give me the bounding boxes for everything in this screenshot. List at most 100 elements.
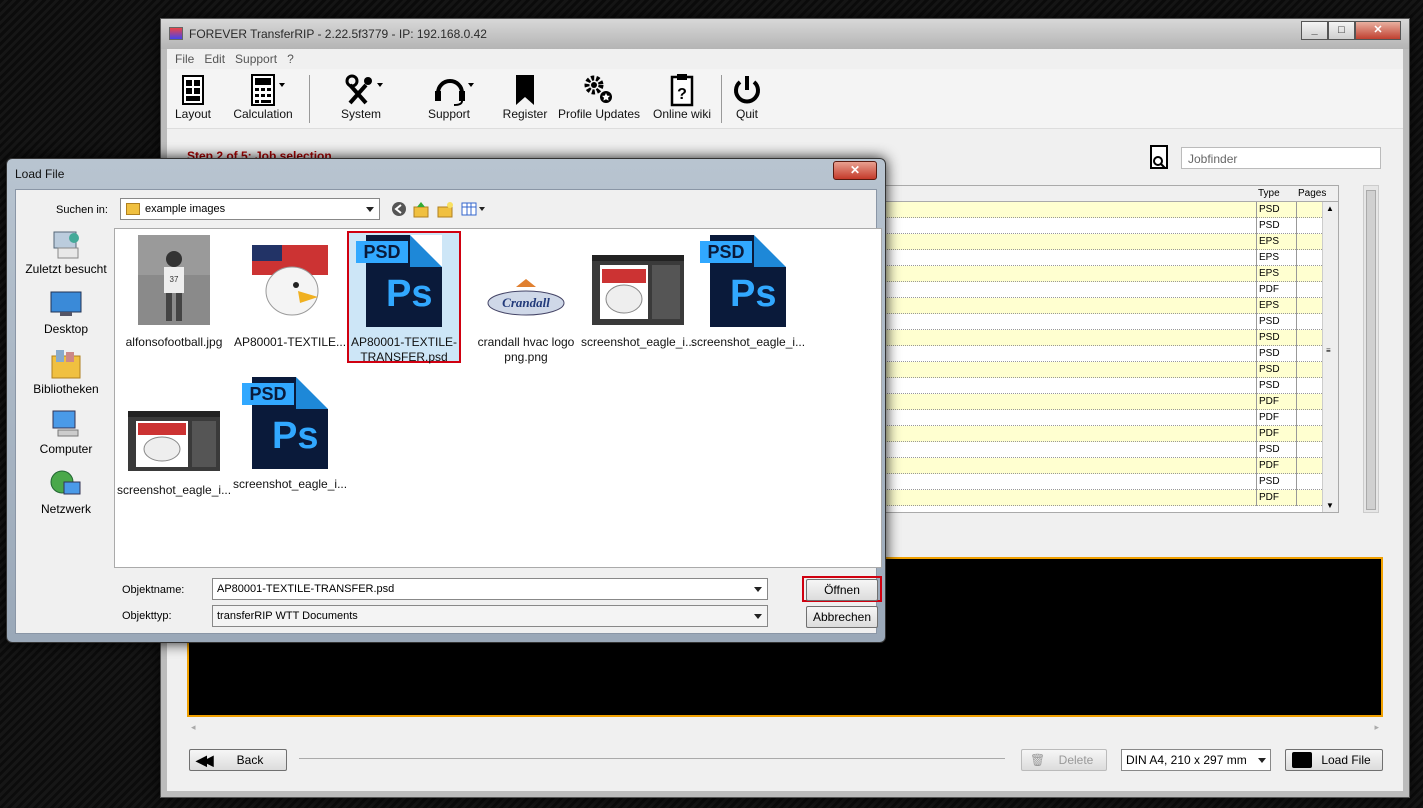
dialog-title: Load File — [15, 167, 65, 181]
close-button[interactable]: ✕ — [1355, 21, 1401, 40]
window-controls: _ □ ✕ — [1301, 21, 1401, 40]
file-item[interactable]: PSD Ps screenshot_eagle_i... — [691, 235, 805, 350]
horizontal-scrollbar[interactable]: ◂ ▸ — [187, 719, 1383, 735]
job-table-scrollbar[interactable]: ▲ ≡ ▼ — [1322, 202, 1338, 512]
place-computer-label: Computer — [39, 442, 93, 456]
filename-label: Objektname: — [122, 584, 185, 596]
back-arrow-icon: ◀◀ — [196, 752, 213, 768]
dialog-client: Suchen in: example images Zuletzt besuch… — [15, 189, 882, 634]
outer-scrollbar[interactable] — [1363, 185, 1379, 513]
place-recent[interactable]: Zuletzt besucht — [20, 228, 112, 276]
minimize-button[interactable]: _ — [1301, 21, 1328, 40]
toolbar-system-label: System — [340, 107, 381, 121]
delete-button[interactable]: 🗑 Delete — [1021, 749, 1107, 771]
filename-value: AP80001-TEXTILE-TRANSFER.psd — [217, 583, 395, 595]
scroll-right-icon[interactable]: ▸ — [1374, 722, 1379, 733]
menu-support[interactable]: Support — [235, 49, 283, 69]
chevron-down-icon — [754, 587, 762, 592]
place-recent-label: Zuletzt besucht — [25, 262, 107, 276]
file-item-selected[interactable]: PSD Ps AP80001-TEXTILE-TRANSFER.psd — [347, 231, 461, 364]
place-network[interactable]: Netzwerk — [20, 468, 112, 516]
logo-thumbnail: Crandall — [476, 235, 576, 331]
jobfinder-icon[interactable] — [1149, 145, 1171, 171]
power-icon — [730, 73, 764, 107]
toolbar-layout-button[interactable]: Layout — [173, 73, 213, 121]
desktop-icon — [50, 288, 82, 320]
load-file-dialog: Load File ✕ Suchen in: example images Zu… — [6, 158, 886, 643]
jobfinder-input[interactable]: Jobfinder — [1181, 147, 1381, 169]
menu-edit[interactable]: Edit — [204, 49, 231, 69]
toolbar-support-button[interactable]: Support — [423, 73, 475, 121]
load-file-button[interactable]: Load File — [1285, 749, 1383, 771]
scroll-left-icon[interactable]: ◂ — [191, 722, 196, 733]
file-item[interactable]: screenshot_eagle_i... — [581, 235, 695, 350]
place-libraries[interactable]: Bibliotheken — [20, 348, 112, 396]
toolbar-online-wiki-button[interactable]: ? Online wiki — [649, 73, 715, 121]
calculator-icon — [246, 73, 285, 107]
column-header-type[interactable]: Type — [1258, 188, 1280, 199]
trash-icon: 🗑 — [1030, 753, 1046, 767]
tools-icon — [344, 73, 383, 107]
toolbar-support-label: Support — [427, 107, 471, 121]
main-title-bar[interactable]: FOREVER TransferRIP - 2.22.5f3779 - IP: … — [161, 19, 1409, 49]
file-name: crandall hvac logo png.png — [477, 335, 575, 364]
file-item[interactable]: AP80001-TEXTILE... — [233, 235, 347, 350]
cancel-button[interactable]: Abbrechen — [806, 606, 878, 628]
load-file-label: Load File — [1321, 753, 1371, 767]
job-type-cell: EPS — [1256, 250, 1296, 266]
job-type-cell: PSD — [1256, 362, 1296, 378]
view-menu-icon[interactable] — [460, 200, 488, 218]
job-type-cell: PSD — [1256, 314, 1296, 330]
back-icon[interactable] — [390, 200, 408, 218]
menu-file[interactable]: File — [175, 49, 200, 69]
toolbar-register-button[interactable]: Register — [501, 73, 549, 121]
file-item[interactable]: Crandall crandall hvac logo png.png — [469, 235, 583, 365]
place-desktop[interactable]: Desktop — [20, 288, 112, 336]
app-icon — [169, 27, 183, 40]
column-header-pages[interactable]: Pages — [1298, 188, 1326, 199]
toolbar-quit-label: Quit — [735, 107, 758, 121]
scrollbar-thumb[interactable] — [1366, 190, 1376, 510]
scroll-up-icon[interactable]: ▲ — [1326, 204, 1334, 213]
file-name: AP80001-TEXTILE... — [233, 335, 347, 349]
filename-input[interactable]: AP80001-TEXTILE-TRANSFER.psd — [212, 578, 768, 600]
toolbar-quit-button[interactable]: Quit — [727, 73, 767, 121]
scroll-grip-icon: ≡ — [1326, 346, 1331, 355]
delete-label: Delete — [1058, 753, 1094, 767]
file-item[interactable]: PSD Ps screenshot_eagle_i... — [233, 377, 347, 492]
window-title: FOREVER TransferRIP - 2.22.5f3779 - IP: … — [189, 27, 487, 41]
logo-text: Crandall — [502, 295, 550, 310]
toolbar-layout-label: Layout — [174, 107, 212, 121]
menu-help[interactable]: ? — [287, 49, 300, 69]
new-folder-icon[interactable] — [436, 200, 454, 218]
place-computer[interactable]: Computer — [20, 408, 112, 456]
file-item[interactable]: 37 alfonsofootball.jpg — [117, 235, 231, 350]
job-type-cell: PDF — [1256, 490, 1296, 506]
toolbar: Layout Calculation System Support Regist… — [167, 69, 1403, 129]
chevron-down-icon — [754, 614, 762, 619]
dialog-close-button[interactable]: ✕ — [833, 161, 877, 180]
ps-mark: Ps — [272, 415, 319, 457]
file-name: screenshot_eagle_i... — [233, 477, 347, 491]
scroll-down-icon[interactable]: ▼ — [1326, 501, 1334, 510]
toolbar-profile-updates-button[interactable]: Profile Updates — [557, 73, 641, 121]
up-folder-icon[interactable] — [412, 200, 430, 218]
job-type-cell: PDF — [1256, 394, 1296, 410]
eagle-thumbnail — [240, 235, 340, 331]
job-type-cell: PSD — [1256, 474, 1296, 490]
psd-badge: PSD — [700, 241, 752, 263]
maximize-button[interactable]: □ — [1328, 21, 1355, 40]
paper-size-select[interactable]: DIN A4, 210 x 297 mm — [1121, 749, 1271, 771]
toolbar-system-button[interactable]: System — [335, 73, 387, 121]
ps-mark: Ps — [386, 273, 433, 315]
job-type-cell: PDF — [1256, 458, 1296, 474]
place-desktop-label: Desktop — [43, 322, 89, 336]
toolbar-calculation-button[interactable]: Calculation — [231, 73, 295, 121]
recent-places-icon — [50, 228, 82, 260]
bookmark-icon — [508, 73, 542, 107]
open-button[interactable]: Öffnen — [806, 579, 878, 601]
lookin-select[interactable]: example images — [120, 198, 380, 220]
filetype-select[interactable]: transferRIP WTT Documents — [212, 605, 768, 627]
back-button[interactable]: ◀◀ Back — [189, 749, 287, 771]
file-item[interactable]: screenshot_eagle_i... — [117, 383, 231, 498]
